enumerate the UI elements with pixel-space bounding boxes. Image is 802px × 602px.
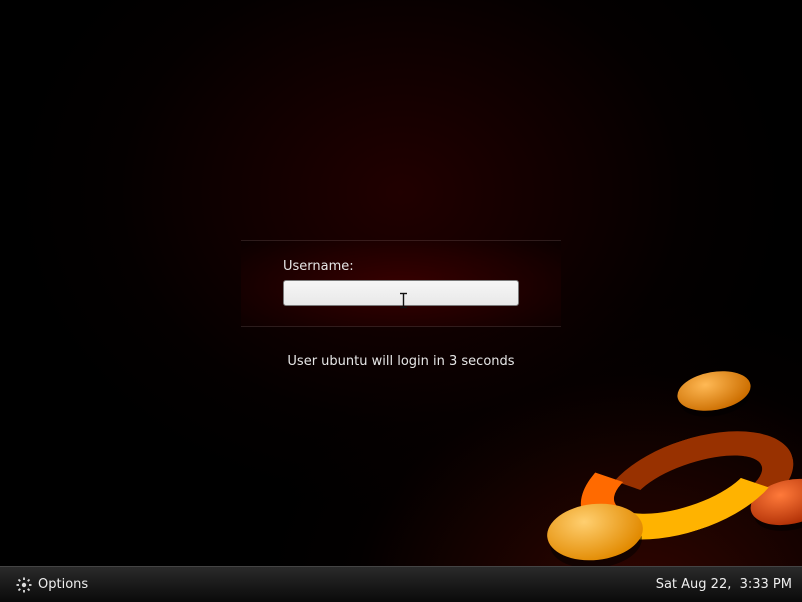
autologin-status: User ubuntu will login in 3 seconds <box>0 354 802 369</box>
login-panel: Username: <box>241 240 561 327</box>
username-input[interactable] <box>283 280 519 306</box>
username-label: Username: <box>283 259 519 274</box>
gear-icon <box>16 577 32 593</box>
clock: Sat Aug 22, 3:33 PM <box>656 577 792 592</box>
bottom-panel: Options Sat Aug 22, 3:33 PM <box>0 566 802 602</box>
options-label: Options <box>38 577 88 592</box>
login-screen: Username: User ubuntu will login in 3 se… <box>0 0 802 602</box>
options-button[interactable]: Options <box>10 573 94 597</box>
